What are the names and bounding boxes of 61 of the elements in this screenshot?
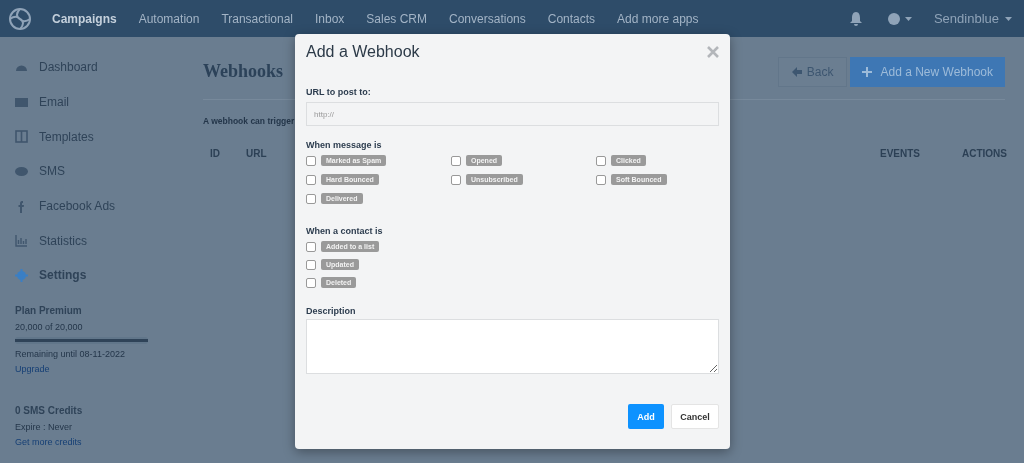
nav-tab[interactable]: Add more apps bbox=[617, 11, 699, 26]
nav-tab[interactable]: Inbox bbox=[315, 11, 345, 26]
nav-tab[interactable]: Campaigns bbox=[52, 11, 117, 26]
sidebar-item[interactable]: Templates bbox=[15, 119, 175, 155]
layout-icon bbox=[15, 130, 28, 144]
url-field[interactable]: http:// bbox=[306, 102, 719, 126]
sidebar-item[interactable]: Settings bbox=[15, 258, 175, 293]
sidebar-item[interactable]: Email bbox=[15, 84, 175, 120]
nav-tab[interactable]: Contacts bbox=[547, 11, 596, 26]
checkbox[interactable] bbox=[306, 259, 316, 270]
nav-tab[interactable]: Sales CRM bbox=[366, 11, 428, 26]
caret-icon bbox=[904, 16, 912, 21]
checkbox[interactable] bbox=[306, 193, 316, 204]
bar-chart-icon bbox=[15, 234, 28, 248]
help-menu[interactable] bbox=[887, 12, 912, 25]
nav-tab[interactable]: Conversations bbox=[449, 11, 526, 26]
checkbox[interactable] bbox=[596, 155, 606, 166]
chat-bubble-icon bbox=[15, 164, 28, 178]
checkbox[interactable] bbox=[451, 174, 461, 185]
close-icon[interactable] bbox=[707, 46, 719, 58]
nav-tab[interactable]: Transactional bbox=[221, 11, 293, 26]
column-header: ACTIONS bbox=[962, 148, 1007, 159]
checkbox[interactable] bbox=[596, 174, 606, 185]
plan-title: Plan Premium bbox=[15, 304, 83, 316]
section-label: When message is bbox=[306, 140, 383, 150]
checkbox[interactable] bbox=[306, 277, 316, 288]
cancel-button[interactable]: Cancel bbox=[671, 404, 719, 429]
arrow-left-icon bbox=[791, 66, 802, 77]
sidebar-item[interactable]: Facebook Ads bbox=[15, 188, 175, 224]
checkbox[interactable] bbox=[451, 155, 461, 166]
column-header: URL bbox=[246, 148, 267, 159]
add-button[interactable]: Add bbox=[628, 404, 664, 429]
column-header: ID bbox=[210, 148, 220, 159]
plan-usage: 20,000 of 20,000 bbox=[15, 321, 84, 332]
envelope-icon bbox=[15, 95, 28, 109]
caret-icon[interactable] bbox=[1005, 16, 1012, 21]
field-label: Description bbox=[306, 306, 357, 316]
intro-text: A webhook can trigger bbox=[203, 116, 296, 126]
nav-tab[interactable]: Automation bbox=[138, 11, 200, 26]
plus-icon bbox=[862, 66, 873, 77]
sidebar-item[interactable]: SMS bbox=[15, 154, 175, 189]
credits-link[interactable]: Get more credits bbox=[15, 436, 175, 447]
expire-text: Expire : Never bbox=[15, 421, 74, 432]
sms-credits-title: 0 SMS Credits bbox=[15, 404, 84, 416]
remaining-text: Remaining until 08-11-2022 bbox=[15, 348, 126, 359]
page-title: Webhooks bbox=[203, 61, 284, 82]
checkbox[interactable] bbox=[306, 241, 316, 252]
column-header: EVENTS bbox=[880, 148, 920, 159]
dialog-title: Add a Webhook bbox=[306, 43, 420, 61]
checkbox[interactable] bbox=[306, 174, 316, 185]
add-webhook-button[interactable]: Add a New Webhook bbox=[850, 56, 1005, 87]
sidebar-item[interactable]: Statistics bbox=[15, 223, 175, 259]
description-field[interactable] bbox=[306, 319, 719, 374]
field-label: URL to post to: bbox=[306, 87, 372, 97]
section-label: When a contact is bbox=[306, 226, 384, 236]
sidebar-item[interactable]: Dashboard bbox=[15, 50, 175, 85]
upgrade-link[interactable]: Upgrade bbox=[15, 363, 175, 374]
logo-icon[interactable] bbox=[8, 6, 32, 31]
account-menu[interactable]: Sendinblue bbox=[933, 11, 999, 26]
bell-icon[interactable] bbox=[849, 11, 862, 26]
checkbox[interactable] bbox=[306, 155, 316, 166]
